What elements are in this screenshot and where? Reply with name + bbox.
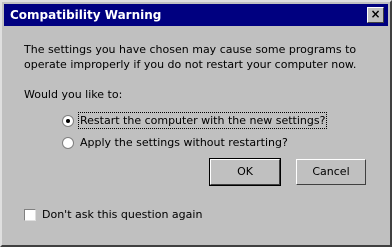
close-icon: × — [370, 7, 381, 21]
close-button[interactable]: × — [367, 7, 384, 23]
prompt-label: Would you like to: — [24, 88, 123, 101]
option-restart-now[interactable]: Restart the computer with the new settin… — [62, 112, 328, 129]
option-apply-without-restart[interactable]: Apply the settings without restarting? — [62, 136, 288, 149]
option-apply-without-restart-label: Apply the settings without restarting? — [80, 136, 288, 149]
ok-button[interactable]: OK — [209, 158, 281, 186]
option-restart-now-label: Restart the computer with the new settin… — [77, 112, 328, 129]
dont-ask-again-label: Don't ask this question again — [42, 208, 203, 221]
dialog-title: Compatibility Warning — [10, 8, 162, 22]
cancel-button[interactable]: Cancel — [296, 159, 366, 185]
compatibility-warning-dialog: Compatibility Warning × The settings you… — [0, 0, 392, 247]
radio-apply-without-restart[interactable] — [62, 136, 74, 149]
dont-ask-again[interactable]: Don't ask this question again — [24, 208, 202, 221]
radio-restart-now[interactable] — [62, 114, 74, 127]
dont-ask-again-checkbox[interactable] — [24, 208, 36, 221]
title-bar: Compatibility Warning × — [4, 4, 388, 26]
warning-message: The settings you have chosen may cause s… — [24, 43, 357, 71]
